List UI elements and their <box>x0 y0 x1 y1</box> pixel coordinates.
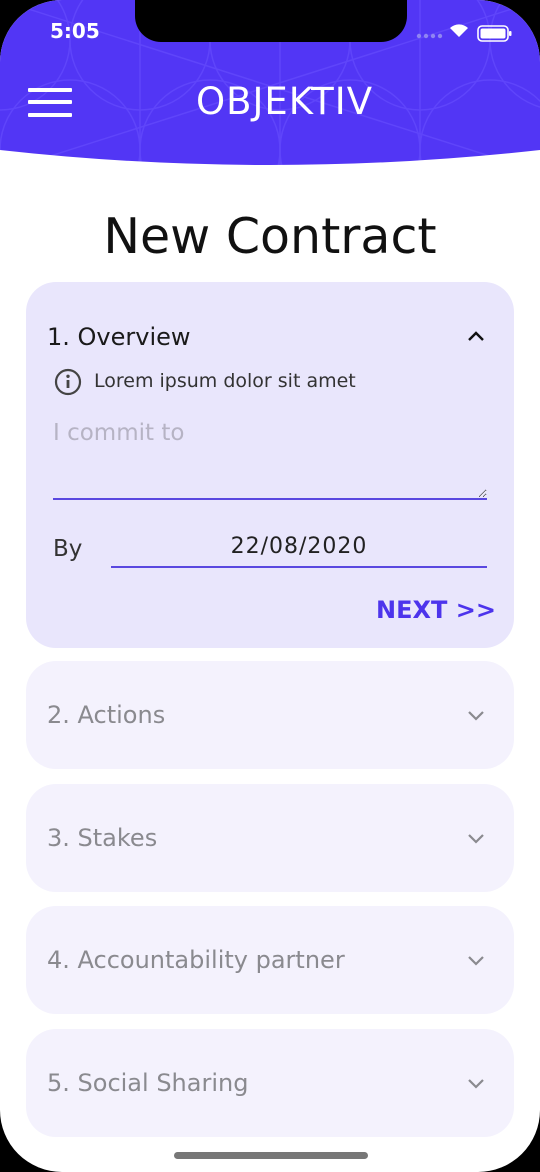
date-field[interactable]: 22/08/2020 <box>111 534 487 568</box>
by-label: By <box>53 536 83 562</box>
chevron-down-icon[interactable] <box>467 832 485 844</box>
chevron-down-icon[interactable] <box>467 1077 485 1089</box>
header-curve <box>0 150 540 172</box>
signal-icon <box>416 33 443 39</box>
home-indicator[interactable] <box>174 1152 368 1159</box>
section-accountability-partner-title: 4. Accountability partner <box>47 946 345 974</box>
info-text: Lorem ipsum dolor sit amet <box>94 370 356 392</box>
section-overview: 1. Overview Lorem ipsum dolor sit amet B… <box>26 282 514 648</box>
page-title: New Contract <box>103 208 437 265</box>
info-icon <box>54 368 82 396</box>
status-time: 5:05 <box>50 19 100 43</box>
section-social-sharing[interactable]: 5. Social Sharing <box>26 1029 514 1137</box>
status-icons <box>416 24 512 42</box>
chevron-down-icon[interactable] <box>467 954 485 966</box>
battery-icon <box>477 25 512 42</box>
wifi-icon <box>450 24 468 37</box>
section-actions-title: 2. Actions <box>47 701 166 729</box>
chevron-down-icon[interactable] <box>467 709 485 721</box>
next-button[interactable]: NEXT >> <box>376 596 496 624</box>
commit-input[interactable] <box>53 412 487 500</box>
app-logo: OBJEKTIV <box>196 80 374 123</box>
app-header: 5:05 OBJEKTIV <box>0 0 540 172</box>
phone-screen: 5:05 OBJEKTIV New Contract 1. Overview L… <box>0 0 540 1172</box>
section-overview-title[interactable]: 1. Overview <box>47 323 191 351</box>
section-accountability-partner[interactable]: 4. Accountability partner <box>26 906 514 1014</box>
chevron-up-icon[interactable] <box>467 330 485 342</box>
device-notch <box>135 0 407 42</box>
hamburger-menu-icon[interactable] <box>28 86 72 118</box>
section-stakes[interactable]: 3. Stakes <box>26 784 514 892</box>
section-actions[interactable]: 2. Actions <box>26 661 514 769</box>
section-stakes-title: 3. Stakes <box>47 824 158 852</box>
section-social-sharing-title: 5. Social Sharing <box>47 1069 249 1097</box>
